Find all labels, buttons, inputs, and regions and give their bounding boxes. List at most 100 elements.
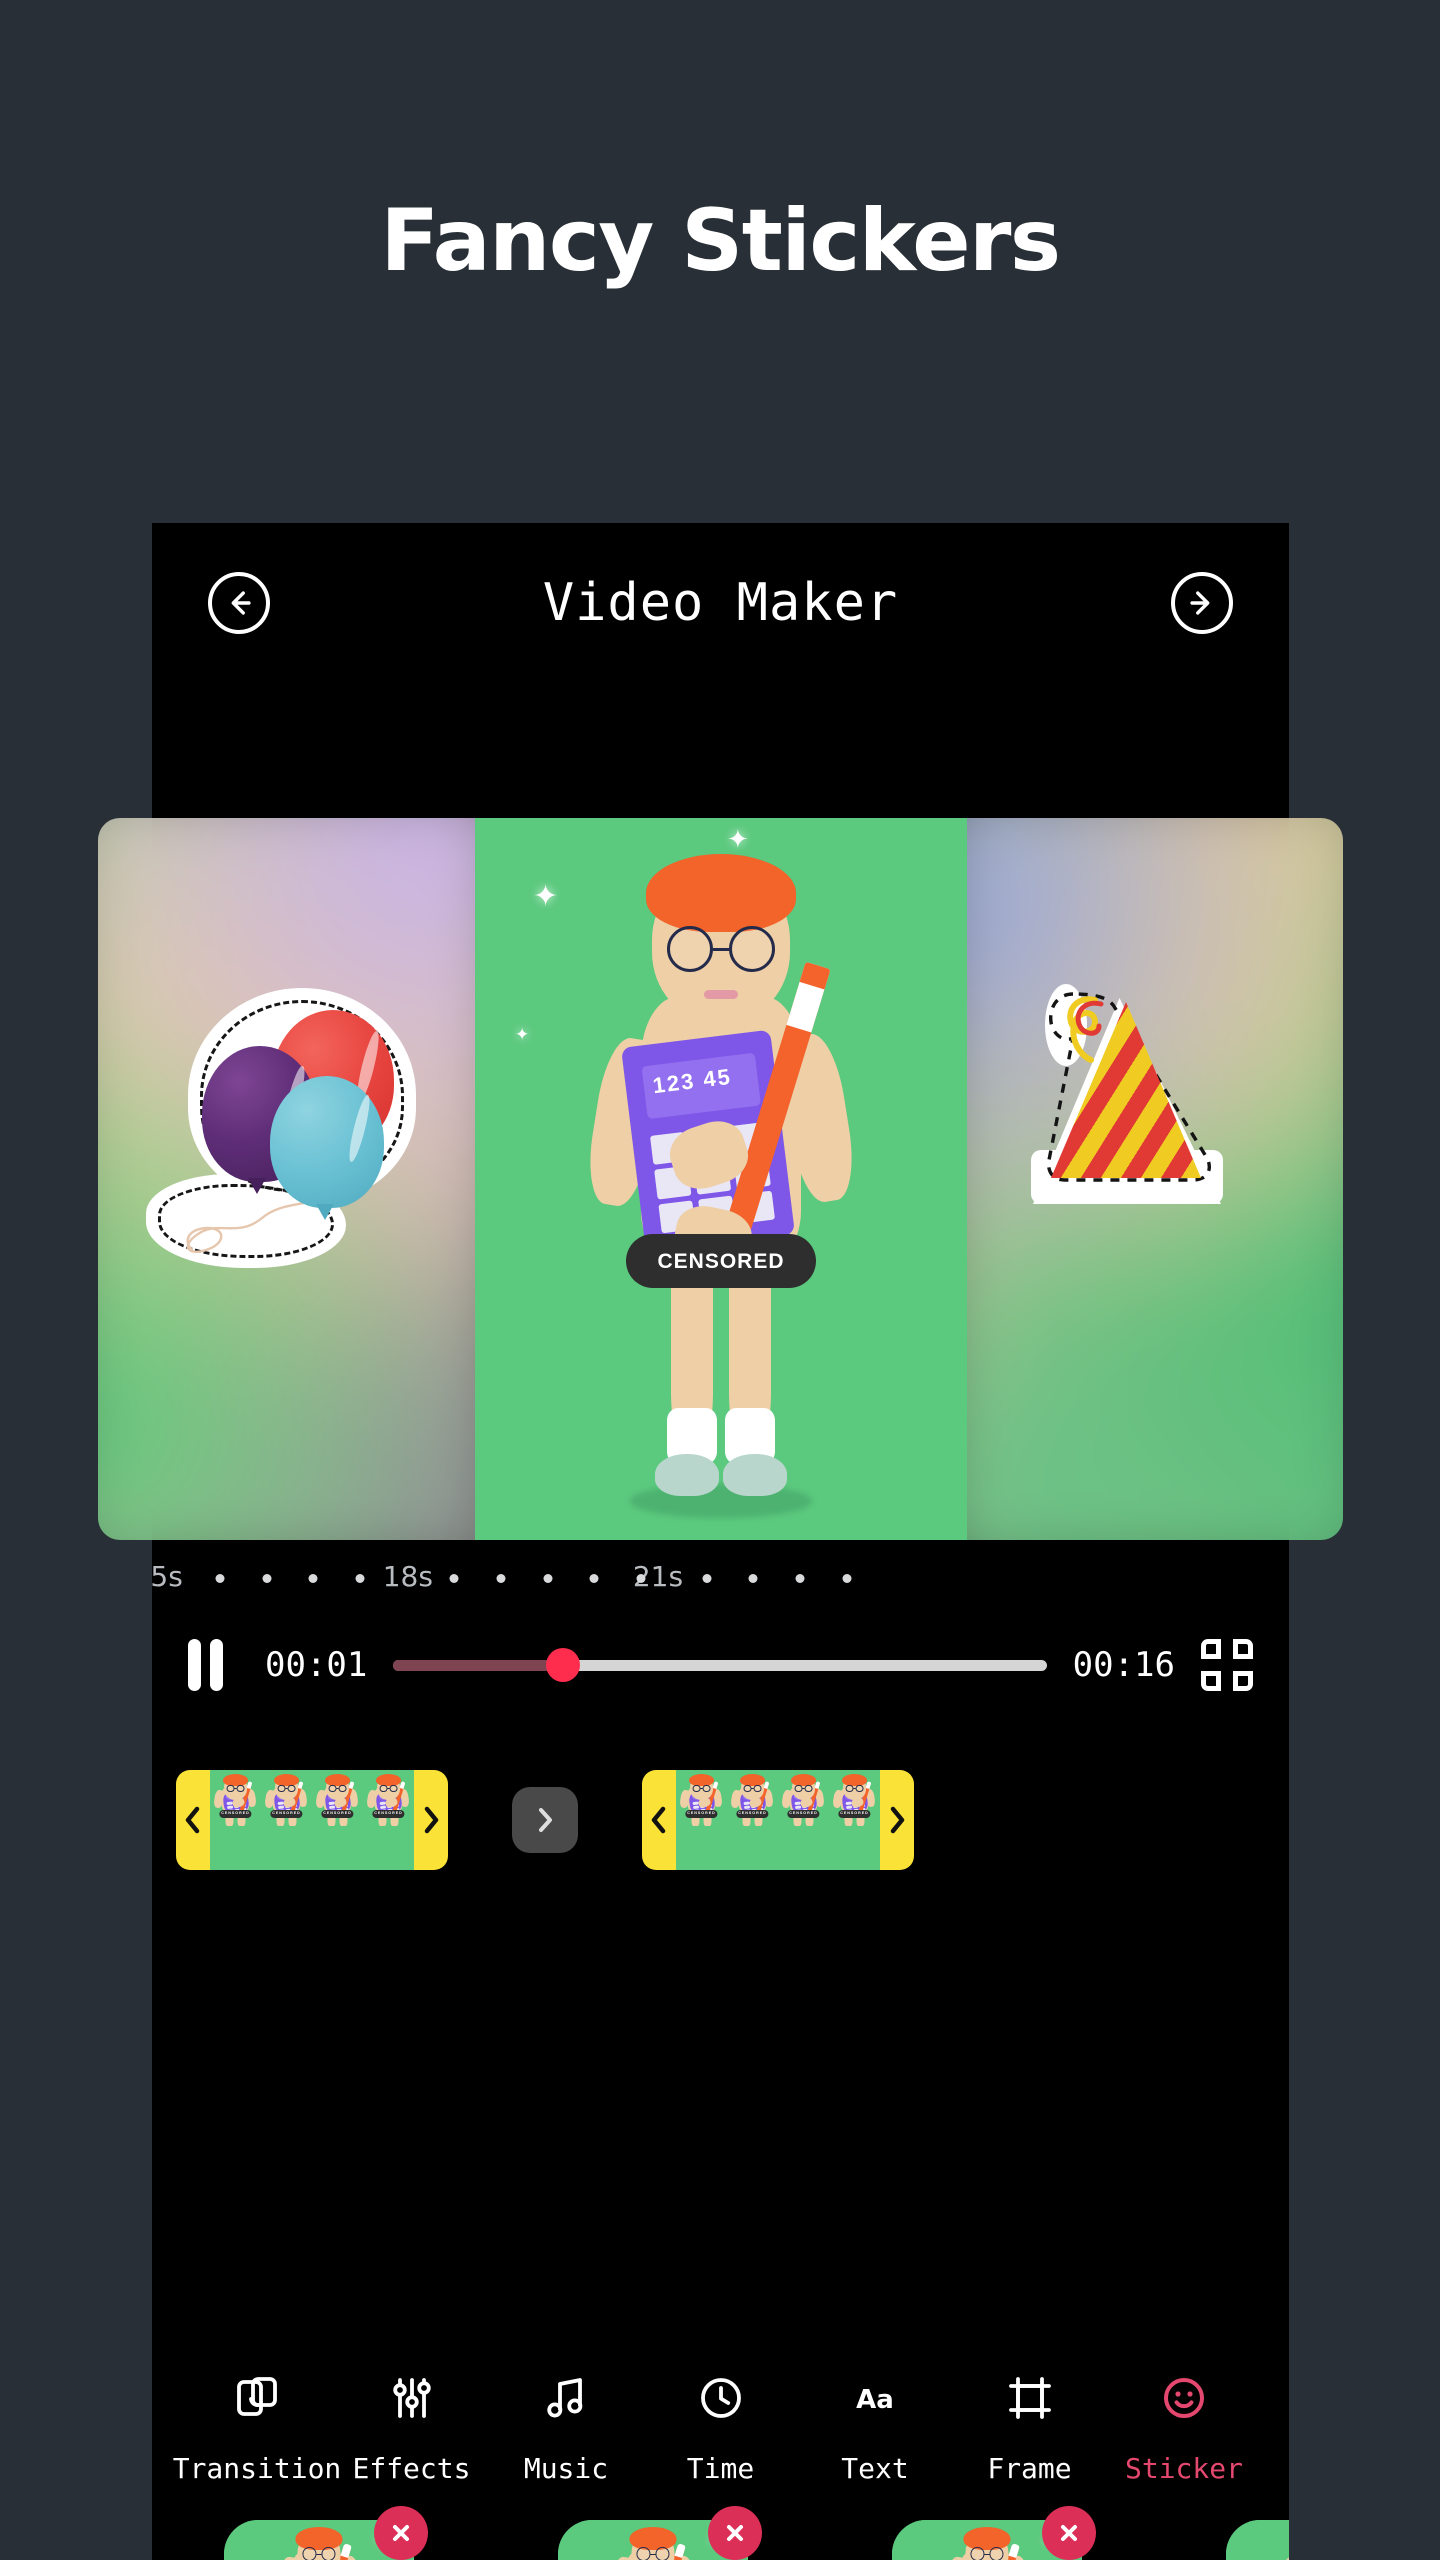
arrow-right-circle-icon — [1190, 591, 1210, 615]
preview-pane-left — [98, 818, 475, 1540]
character-3d-mini: CENSORED — [210, 1773, 261, 1870]
balloon-blue — [270, 1076, 384, 1208]
character-3d-mini: CENSORED — [261, 1773, 312, 1870]
pause-button[interactable] — [188, 1639, 223, 1691]
ruler-tick-dot — [636, 1574, 646, 1583]
clip-frame: CENSORED — [829, 1770, 880, 1870]
back-button[interactable] — [208, 572, 270, 634]
smiley-icon — [1160, 2370, 1208, 2426]
ruler-tick-dot — [842, 1574, 852, 1583]
nav-item-effects[interactable]: Effects — [345, 2370, 479, 2485]
censored-bar: CENSORED — [736, 1809, 769, 1819]
balloons-sticker[interactable] — [126, 988, 416, 1268]
nav-item-frame[interactable]: Frame — [963, 2370, 1097, 2485]
censored-bar: CENSORED — [838, 1809, 871, 1819]
clips-row: CENSORED CENSORED CENSORED CENSORED CENS… — [152, 1768, 1289, 1872]
pause-bar-left — [188, 1639, 201, 1691]
nav-item-text[interactable]: Aa Text — [808, 2370, 942, 2485]
svg-text:Aa: Aa — [856, 2385, 894, 2415]
ruler-label: 18s — [382, 1560, 433, 1593]
fullscreen-corner-br — [1233, 1671, 1253, 1691]
transition-button[interactable] — [512, 1787, 578, 1853]
pause-bar-right — [210, 1639, 223, 1691]
fullscreen-corner-bl — [1201, 1671, 1221, 1691]
censored-bar: CENSORED — [685, 1809, 718, 1819]
character-3d-mini: CENSORED — [676, 1773, 727, 1870]
chevron-right-icon — [539, 1808, 552, 1832]
music-note-icon — [542, 2370, 590, 2426]
character-3d-mini: CENSORED — [363, 1773, 414, 1870]
fullscreen-button[interactable] — [1201, 1639, 1253, 1691]
trim-handle-left[interactable] — [642, 1770, 676, 1870]
ruler-tick-dot — [308, 1574, 318, 1583]
character-3d-mini: CENSORED — [312, 1773, 363, 1870]
character-3d-mini: CENSORED — [778, 1773, 829, 1870]
chevron-left-icon — [651, 1806, 666, 1834]
party-hat-sticker[interactable] — [1017, 984, 1237, 1204]
censored-bar: CENSORED — [626, 1234, 816, 1288]
nav-item-label: Effects — [352, 2452, 471, 2485]
fullscreen-corner-tl — [1201, 1639, 1221, 1659]
close-icon — [1061, 2525, 1077, 2541]
nav-item-label: Time — [686, 2452, 755, 2485]
sliders-icon — [388, 2370, 436, 2426]
nav-item-label: Text — [841, 2452, 909, 2485]
character-3d: 123 45 CENSORED — [475, 818, 967, 1540]
clip-frame: CENSORED — [363, 1770, 414, 1870]
page-title: Fancy Stickers — [380, 191, 1061, 291]
clip-frame: CENSORED — [312, 1770, 363, 1870]
frame-icon — [1006, 2370, 1054, 2426]
forward-button[interactable] — [1171, 572, 1233, 634]
clip-frame: CENSORED — [727, 1770, 778, 1870]
close-icon — [393, 2525, 409, 2541]
transition-icon — [233, 2370, 281, 2426]
ruler-tick-dot — [355, 1574, 365, 1583]
clip-frame: CENSORED — [261, 1770, 312, 1870]
nav-item-label: Frame — [987, 2452, 1072, 2485]
ruler-label: 15s — [152, 1560, 183, 1593]
delete-sticker-button[interactable] — [1042, 2506, 1096, 2560]
slider-thumb[interactable] — [546, 1648, 581, 1682]
nav-item-music[interactable]: Music — [499, 2370, 633, 2485]
app-title: Video Maker — [542, 573, 899, 633]
close-icon — [727, 2525, 743, 2541]
video-clip-2[interactable]: CENSORED CENSORED CENSORED CENSORED — [642, 1770, 914, 1870]
fullscreen-corner-tr — [1233, 1639, 1253, 1659]
video-preview[interactable]: ✦ ✦ ✦ 123 45 CENSORED — [98, 818, 1343, 1540]
censored-bar: CENSORED — [219, 1809, 252, 1819]
delete-sticker-button[interactable] — [708, 2506, 762, 2560]
nav-item-time[interactable]: Time — [654, 2370, 788, 2485]
clip-frame: CENSORED — [676, 1770, 727, 1870]
character-3d-mini: CENSORED — [727, 1773, 778, 1870]
chevron-left-icon — [185, 1806, 200, 1834]
character-3d-mini: CENSORED — [829, 1773, 880, 1870]
trim-handle-right[interactable] — [414, 1770, 448, 1870]
censored-bar: CENSORED — [270, 1809, 303, 1819]
nav-item-sticker[interactable]: Sticker — [1117, 2370, 1251, 2485]
ruler-tick-dot — [543, 1574, 553, 1583]
video-clip-1[interactable]: CENSORED CENSORED CENSORED CENSORED — [176, 1770, 448, 1870]
delete-sticker-button[interactable] — [374, 2506, 428, 2560]
chevron-right-icon — [890, 1806, 905, 1834]
text-aa-icon: Aa — [851, 2370, 899, 2426]
trim-handle-left[interactable] — [176, 1770, 210, 1870]
ruler-tick-dot — [496, 1574, 506, 1583]
nav-item-label: Transition — [172, 2452, 342, 2485]
censored-bar: CENSORED — [372, 1809, 405, 1819]
playback-controls: 00:01 00:16 — [152, 1619, 1289, 1711]
clip-frames: CENSORED CENSORED CENSORED CENSORED — [676, 1770, 880, 1870]
trim-handle-right[interactable] — [880, 1770, 914, 1870]
nav-item-label: Sticker — [1124, 2452, 1243, 2485]
ruler-tick-dot — [748, 1574, 758, 1583]
censored-bar: CENSORED — [321, 1809, 354, 1819]
ruler-tick-dot — [795, 1574, 805, 1583]
party-hat-pom-icon — [1067, 996, 1104, 1063]
clip-frame: CENSORED — [778, 1770, 829, 1870]
clock-icon — [697, 2370, 745, 2426]
clip-frame: CENSORED — [210, 1770, 261, 1870]
timeline-ruler[interactable]: 15s18s21s — [152, 1560, 1289, 1612]
app-header: Video Maker — [152, 523, 1289, 683]
censored-bar: CENSORED — [787, 1809, 820, 1819]
nav-item-transition[interactable]: Transition — [173, 2370, 341, 2485]
progress-slider[interactable] — [393, 1643, 1047, 1687]
